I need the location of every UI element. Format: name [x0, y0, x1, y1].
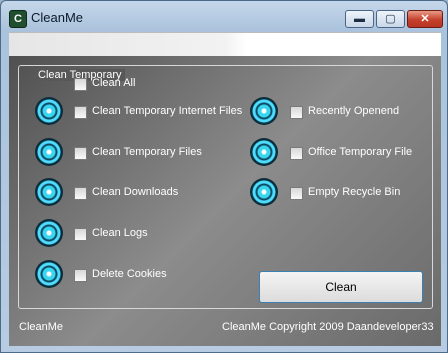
empty-recycle-bin-label: Empty Recycle Bin [308, 186, 401, 198]
status-indicator-icon [35, 219, 63, 247]
clean-temporary-group: Clean Temporary Clean All Clean Temporar… [18, 65, 433, 309]
client-area: Clean Temporary Clean All Clean Temporar… [9, 56, 441, 346]
footer-app-name: CleanMe [19, 321, 64, 333]
clean-logs-label: Clean Logs [92, 227, 148, 239]
recently-opened-checkbox[interactable] [290, 106, 303, 119]
status-indicator-icon [35, 260, 63, 288]
recently-opened-label: Recently Openend [308, 105, 400, 117]
status-indicator-icon [250, 97, 278, 125]
empty-recycle-bin-checkbox[interactable] [290, 187, 303, 200]
status-indicator-icon [35, 178, 63, 206]
close-button[interactable]: ✕ [407, 10, 443, 28]
clean-temp-files-label: Clean Temporary Files [92, 146, 202, 158]
title-bar[interactable]: C CleanMe ▬ ▢ ✕ [1, 1, 447, 33]
delete-cookies-checkbox[interactable] [74, 269, 87, 282]
window-title: CleanMe [31, 10, 84, 25]
clean-downloads-checkbox[interactable] [74, 187, 87, 200]
office-temp-file-checkbox[interactable] [290, 147, 303, 160]
app-c-icon: C [9, 10, 27, 28]
clean-downloads-label: Clean Downloads [92, 186, 179, 198]
clean-temp-internet-checkbox[interactable] [74, 106, 87, 119]
clean-all-checkbox[interactable] [74, 78, 87, 91]
clean-logs-checkbox[interactable] [74, 228, 87, 241]
status-indicator-icon [35, 138, 63, 166]
status-indicator-icon [250, 178, 278, 206]
clean-button[interactable]: Clean [259, 271, 423, 303]
status-indicator-icon [35, 97, 63, 125]
delete-cookies-label: Delete Cookies [92, 268, 167, 280]
main-window: C CleanMe ▬ ▢ ✕ Clean Temporary Clean Al… [0, 0, 448, 353]
status-indicator-icon [250, 138, 278, 166]
menu-strip [9, 32, 441, 57]
minimize-icon: ▬ [354, 13, 365, 25]
footer-copyright: CleanMe Copyright 2009 Daandeveloper33 [222, 321, 434, 333]
clean-temp-files-checkbox[interactable] [74, 147, 87, 160]
close-icon: ✕ [420, 13, 430, 25]
minimize-button[interactable]: ▬ [345, 10, 374, 28]
clean-temp-internet-label: Clean Temporary Internet Files [92, 105, 243, 117]
clean-all-label: Clean All [92, 77, 136, 89]
maximize-icon: ▢ [385, 13, 396, 25]
maximize-button[interactable]: ▢ [376, 10, 405, 28]
office-temp-file-label: Office Temporary File [308, 146, 413, 158]
